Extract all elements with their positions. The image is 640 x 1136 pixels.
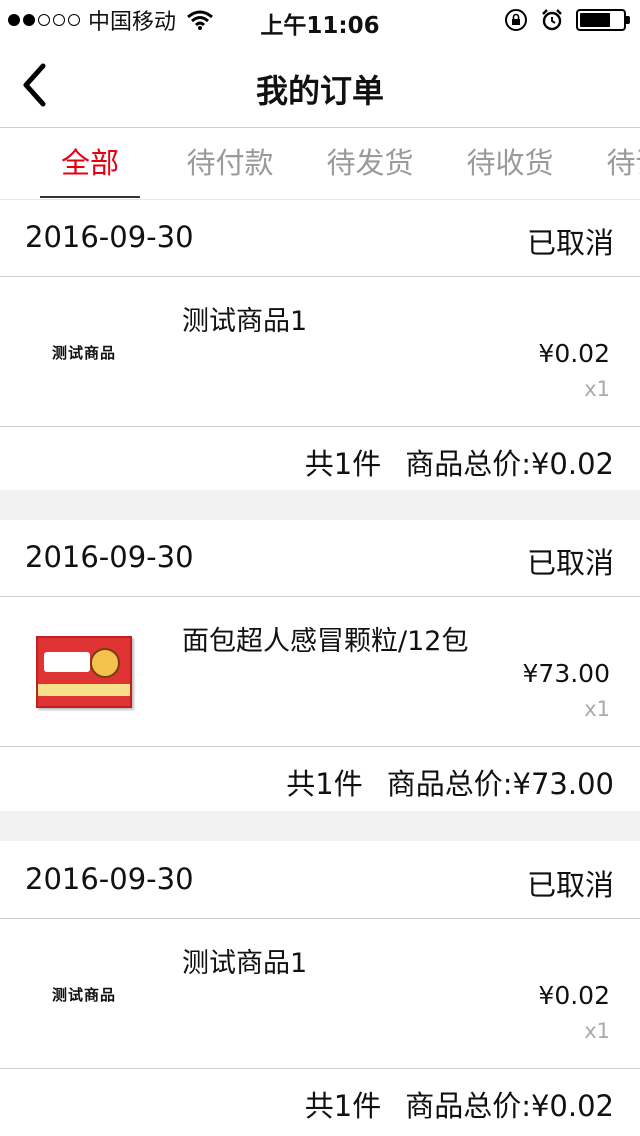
- order-summary: 共1件 商品总价:¥0.02: [305, 1083, 614, 1125]
- section-separator: [0, 490, 640, 520]
- page-title: 我的订单: [255, 72, 384, 110]
- section-separator: [0, 811, 640, 841]
- back-button[interactable]: [12, 60, 56, 110]
- product-name: 面包超人感冒颗粒/12包: [182, 626, 469, 657]
- battery-icon: [576, 9, 630, 31]
- order-footer: 共1件 商品总价:¥0.02: [0, 427, 640, 489]
- order-card[interactable]: 2016-09-30 已取消 测试商品 测试商品1 ¥0.02 x1 共1件 商品…: [0, 200, 640, 489]
- tab-label: 待发货: [326, 146, 414, 180]
- status-right: [504, 8, 630, 32]
- tab-pending-review[interactable]: 待评价: [580, 129, 640, 199]
- product-thumbnail: [34, 632, 134, 712]
- status-bar: 中国移动 上午11:06: [0, 0, 640, 40]
- order-header: 2016-09-30 已取消: [0, 200, 640, 277]
- order-item[interactable]: 测试商品 测试商品1 ¥0.02 x1: [0, 919, 640, 1069]
- product-name: 测试商品1: [182, 948, 308, 979]
- tab-pending-payment[interactable]: 待付款: [160, 129, 300, 199]
- product-name: 测试商品1: [182, 306, 308, 337]
- order-status: 已取消: [526, 226, 614, 260]
- order-total: 商品总价:¥73.00: [386, 767, 614, 801]
- product-thumbnail: 测试商品: [34, 954, 134, 1034]
- order-status: 已取消: [526, 868, 614, 902]
- status-left: 中国移动: [8, 6, 214, 35]
- order-total: 商品总价:¥0.02: [405, 447, 614, 481]
- thumbnail-text: 测试商品: [51, 985, 116, 1004]
- item-count: 共1件: [304, 1089, 382, 1123]
- rotation-lock-icon: [505, 9, 527, 31]
- order-card[interactable]: 2016-09-30 已取消 测试商品 测试商品1 ¥0.02 x1 共1件 商品…: [0, 842, 640, 1131]
- order-item[interactable]: 测试商品 测试商品1 ¥0.02 x1: [0, 277, 640, 427]
- nav-bar: 我的订单: [0, 40, 640, 128]
- tab-pending-receipt[interactable]: 待收货: [440, 129, 580, 199]
- tab-pending-shipment[interactable]: 待发货: [300, 129, 440, 199]
- product-price: ¥0.02: [538, 981, 610, 1010]
- order-date: 2016-09-30: [25, 540, 194, 574]
- wifi-icon: [187, 10, 213, 30]
- carrier-name: 中国移动: [88, 10, 177, 35]
- tab-label: 全部: [60, 146, 119, 180]
- order-footer: 共1件 商品总价:¥73.00: [0, 747, 640, 809]
- item-count: 共1件: [286, 767, 363, 801]
- tab-label: 待收货: [466, 146, 554, 180]
- product-price: ¥73.00: [522, 659, 610, 688]
- signal-strength-icon: [8, 14, 80, 26]
- product-quantity: x1: [584, 697, 610, 721]
- order-header: 2016-09-30 已取消: [0, 520, 640, 597]
- product-thumbnail: 测试商品: [34, 312, 134, 392]
- order-card[interactable]: 2016-09-30 已取消 面包超人感冒颗粒/12包 ¥73.00 x1 共1…: [0, 520, 640, 809]
- tab-active-indicator: [40, 196, 140, 198]
- order-header: 2016-09-30 已取消: [0, 842, 640, 919]
- order-date: 2016-09-30: [25, 220, 194, 254]
- product-quantity: x1: [584, 377, 610, 401]
- tab-label: 待评价: [606, 146, 640, 180]
- order-summary: 共1件 商品总价:¥73.00: [286, 761, 614, 803]
- order-summary: 共1件 商品总价:¥0.02: [305, 441, 614, 483]
- tab-label: 待付款: [186, 146, 274, 180]
- order-tabs: 全部 待付款 待发货 待收货 待评价: [0, 129, 640, 200]
- alarm-icon: [542, 9, 562, 31]
- item-count: 共1件: [304, 447, 382, 481]
- product-quantity: x1: [584, 1019, 610, 1043]
- order-date: 2016-09-30: [25, 862, 194, 896]
- chevron-left-icon: [23, 63, 46, 107]
- order-item[interactable]: 面包超人感冒颗粒/12包 ¥73.00 x1: [0, 597, 640, 747]
- medicine-box-image: [36, 636, 132, 708]
- order-status: 已取消: [526, 546, 614, 580]
- order-footer: 共1件 商品总价:¥0.02: [0, 1069, 640, 1131]
- product-price: ¥0.02: [538, 339, 610, 368]
- thumbnail-text: 测试商品: [51, 343, 116, 362]
- tab-all[interactable]: 全部: [20, 129, 160, 199]
- order-total: 商品总价:¥0.02: [405, 1089, 614, 1123]
